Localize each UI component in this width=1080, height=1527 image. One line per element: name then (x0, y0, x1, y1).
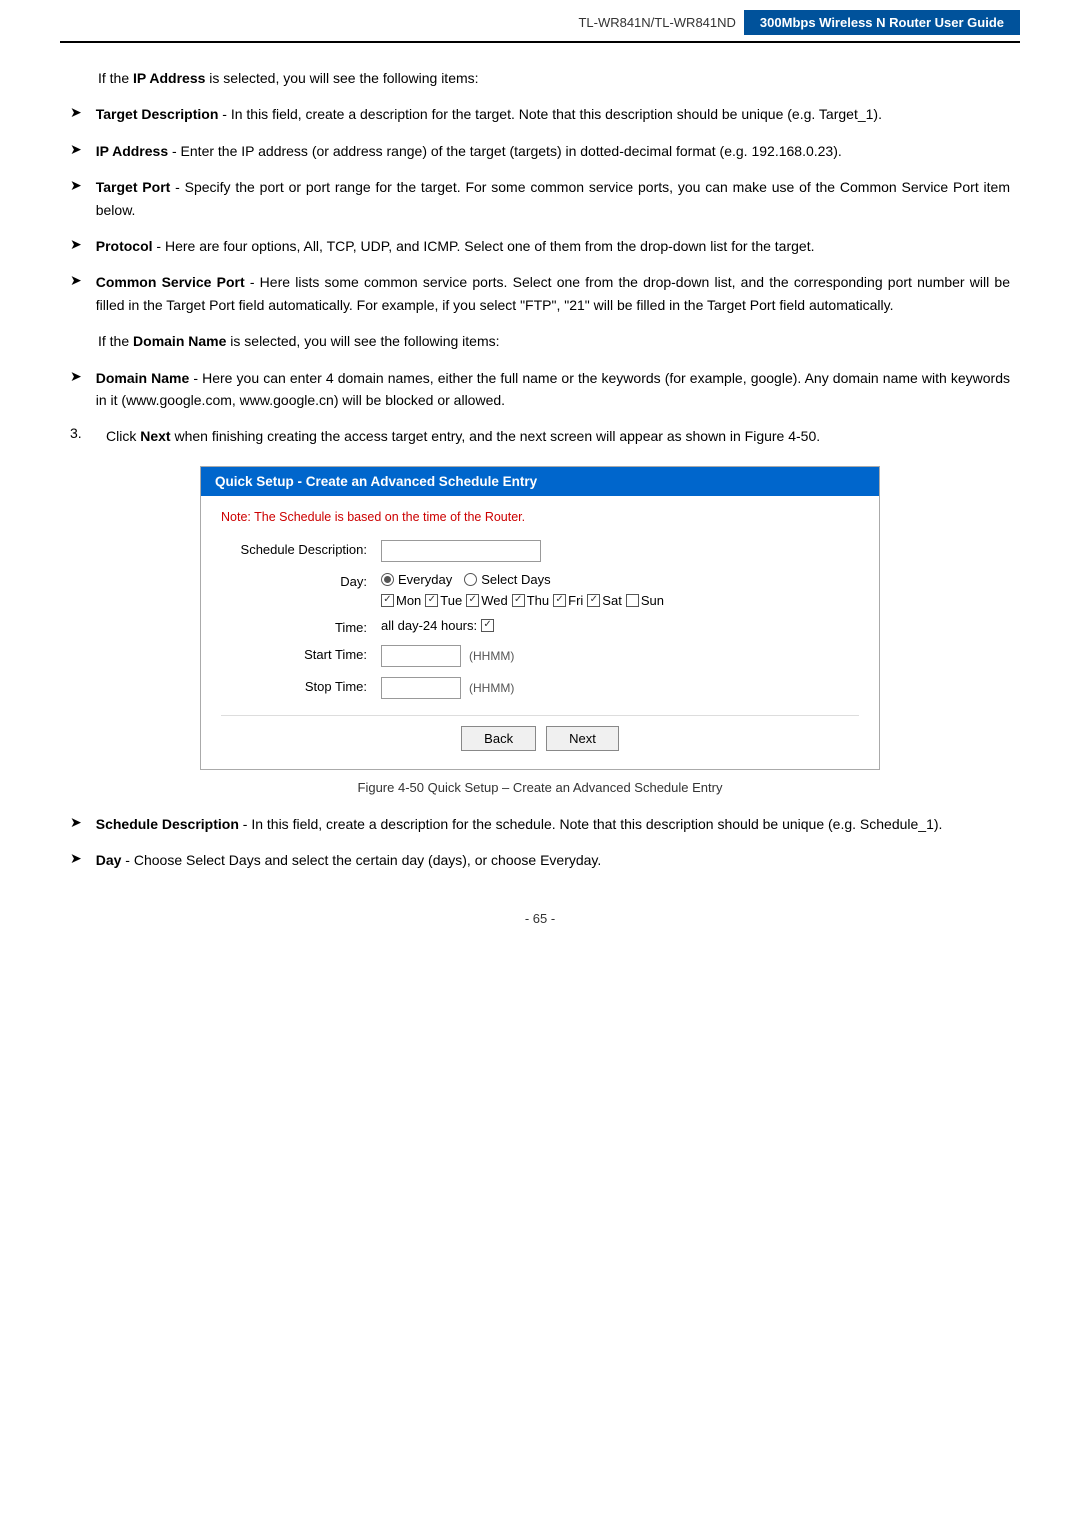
checkbox-sun-icon (626, 594, 639, 607)
input-stop-time[interactable] (381, 677, 461, 699)
label-sched-desc: Schedule Description (96, 816, 239, 832)
checkbox-sat[interactable]: Sat (587, 593, 622, 608)
label-sun: Sun (641, 593, 664, 608)
checkbox-mon-icon (381, 594, 394, 607)
page-number: - 65 - (60, 911, 1020, 926)
item-number: 3. (70, 425, 106, 441)
stop-time-hint: (HHMM) (469, 681, 514, 695)
radio-everyday[interactable]: Everyday (381, 572, 452, 587)
bullet-protocol: ➤ Protocol - Here are four options, All,… (70, 235, 1010, 257)
schedule-panel: Quick Setup - Create an Advanced Schedul… (200, 466, 880, 770)
label-mon: Mon (396, 593, 421, 608)
bullet-ip-address: ➤ IP Address - Enter the IP address (or … (70, 140, 1010, 162)
all-day-row: all day-24 hours: (381, 618, 494, 633)
label-tue: Tue (440, 593, 462, 608)
label-sat: Sat (602, 593, 622, 608)
label-fri: Fri (568, 593, 583, 608)
label-domain-name: Domain Name (96, 370, 190, 386)
label-day-bullet: Day (96, 852, 122, 868)
radio-select-days-label: Select Days (481, 572, 550, 587)
all-day-label: all day-24 hours: (381, 618, 477, 633)
checkbox-fri-icon (553, 594, 566, 607)
schedule-form: Schedule Description: Day: Ever (221, 540, 859, 699)
bullet-arrow-icon: ➤ (70, 236, 82, 253)
checkbox-wed[interactable]: Wed (466, 593, 508, 608)
label-time: Time: (221, 618, 381, 635)
label-schedule-description: Schedule Description: (221, 540, 381, 557)
para-ip-intro: If the IP Address is selected, you will … (98, 67, 1010, 89)
label-common-service-port: Common Service Port (96, 274, 245, 290)
bullet-schedule-description: ➤ Schedule Description - In this field, … (70, 813, 1010, 835)
numbered-item-3: 3. Click Next when finishing creating th… (70, 425, 1010, 447)
bullet-domain-name: ➤ Domain Name - Here you can enter 4 dom… (70, 367, 1010, 412)
checkbox-all-day-icon[interactable] (481, 619, 494, 632)
start-time-hint: (HHMM) (469, 649, 514, 663)
bullet-arrow-icon: ➤ (70, 368, 82, 385)
header-title: 300Mbps Wireless N Router User Guide (744, 10, 1020, 35)
label-stop-time: Stop Time: (221, 677, 381, 694)
checkbox-tue[interactable]: Tue (425, 593, 462, 608)
bullet-target-description: ➤ Target Description - In this field, cr… (70, 103, 1010, 125)
checkbox-fri[interactable]: Fri (553, 593, 583, 608)
radio-select-days[interactable]: Select Days (464, 572, 550, 587)
form-row-start-time: Start Time: (HHMM) (221, 645, 859, 667)
figure-caption: Figure 4-50 Quick Setup – Create an Adva… (70, 780, 1010, 795)
page-header: TL-WR841N/TL-WR841ND 300Mbps Wireless N … (60, 0, 1020, 43)
label-target-description: Target Description (96, 106, 219, 122)
bullet-common-service-port: ➤ Common Service Port - Here lists some … (70, 271, 1010, 316)
checkbox-wed-icon (466, 594, 479, 607)
checkbox-thu[interactable]: Thu (512, 593, 549, 608)
form-row-time: Time: all day-24 hours: (221, 618, 859, 635)
checkbox-sat-icon (587, 594, 600, 607)
bullet-arrow-icon: ➤ (70, 272, 82, 289)
next-button[interactable]: Next (546, 726, 619, 751)
back-button[interactable]: Back (461, 726, 536, 751)
label-day: Day: (221, 572, 381, 589)
bullet-arrow-icon: ➤ (70, 104, 82, 121)
checkbox-mon[interactable]: Mon (381, 593, 421, 608)
input-schedule-description[interactable] (381, 540, 541, 562)
radio-group-day: Everyday Select Days (381, 572, 551, 587)
panel-buttons: Back Next (221, 715, 859, 751)
para-domain-intro: If the Domain Name is selected, you will… (98, 330, 1010, 352)
schedule-note: Note: The Schedule is based on the time … (221, 510, 859, 524)
input-start-time[interactable] (381, 645, 461, 667)
label-target-port: Target Port (96, 179, 171, 195)
label-start-time: Start Time: (221, 645, 381, 662)
label-thu: Thu (527, 593, 549, 608)
checkbox-row-days: Mon Tue Wed (381, 593, 664, 608)
label-ip-address: IP Address (96, 143, 168, 159)
bullet-arrow-icon: ➤ (70, 141, 82, 158)
bullet-arrow-icon: ➤ (70, 814, 82, 831)
bullet-target-port: ➤ Target Port - Specify the port or port… (70, 176, 1010, 221)
form-row-day: Day: Everyday Select Days (221, 572, 859, 608)
bullet-arrow-icon: ➤ (70, 850, 82, 867)
checkbox-tue-icon (425, 594, 438, 607)
checkbox-sun[interactable]: Sun (626, 593, 664, 608)
label-protocol: Protocol (96, 238, 153, 254)
radio-everyday-label: Everyday (398, 572, 452, 587)
form-row-description: Schedule Description: (221, 540, 859, 562)
radio-select-days-icon (464, 573, 477, 586)
bullet-day: ➤ Day - Choose Select Days and select th… (70, 849, 1010, 871)
header-model: TL-WR841N/TL-WR841ND (60, 15, 744, 30)
radio-everyday-icon (381, 573, 394, 586)
label-wed: Wed (481, 593, 508, 608)
next-bold-label: Next (140, 428, 170, 444)
checkbox-thu-icon (512, 594, 525, 607)
bullet-arrow-icon: ➤ (70, 177, 82, 194)
form-row-stop-time: Stop Time: (HHMM) (221, 677, 859, 699)
schedule-panel-header: Quick Setup - Create an Advanced Schedul… (201, 467, 879, 496)
